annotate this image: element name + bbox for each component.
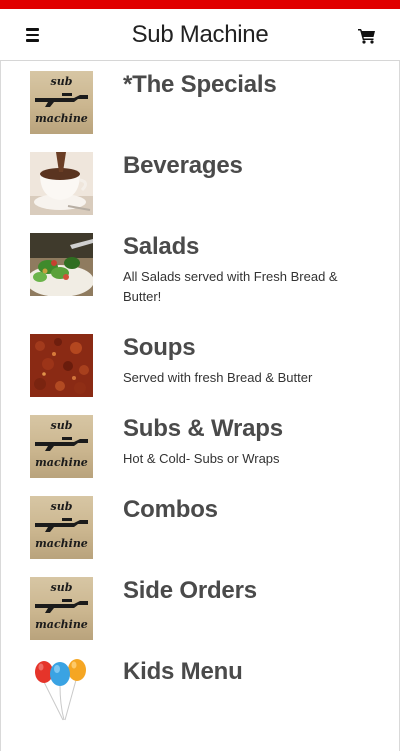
category-name: Salads <box>123 233 200 260</box>
sub-machine-logo: sub machine <box>30 577 93 640</box>
category-item-salads[interactable]: Salads All Salads served with Fresh Brea… <box>0 223 400 304</box>
balloons-photo <box>30 658 93 721</box>
category-name: Combos <box>123 496 218 523</box>
sub-machine-logo: sub machine <box>30 71 93 134</box>
app-header: Sub Machine <box>0 9 400 61</box>
logo-text-sub: sub <box>50 500 73 513</box>
category-name: *The Specials <box>123 71 277 98</box>
logo-text-machine: machine <box>35 537 88 550</box>
soup-photo <box>30 334 93 397</box>
category-item-kids-menu[interactable]: Kids Menu <box>0 648 400 728</box>
category-name: Soups <box>123 334 196 361</box>
category-description: All Salads served with Fresh Bread & But… <box>123 269 338 304</box>
sub-machine-gun-icon <box>35 518 88 532</box>
category-description: Hot & Cold- Subs or Wraps <box>123 451 280 466</box>
logo-text-machine: machine <box>35 112 88 125</box>
category-name: Side Orders <box>123 577 257 604</box>
category-item-beverages[interactable]: Beverages <box>0 142 400 222</box>
salad-photo <box>30 233 93 296</box>
category-description: Served with fresh Bread & Butter <box>123 370 313 385</box>
category-name: Beverages <box>123 152 243 179</box>
category-item-combos[interactable]: sub machine Combos <box>0 486 400 566</box>
category-name: Subs & Wraps <box>123 415 283 442</box>
category-item-subs-wraps[interactable]: sub machine Subs & Wraps Hot & Cold- Sub… <box>0 405 400 485</box>
sub-machine-logo: sub machine <box>30 415 93 478</box>
logo-text-sub: sub <box>50 75 73 88</box>
logo-text-machine: machine <box>35 456 88 469</box>
logo-text-machine: machine <box>35 618 88 631</box>
logo-text-sub: sub <box>50 419 73 432</box>
category-name: Kids Menu <box>123 658 243 685</box>
top-accent-bar <box>0 0 400 9</box>
sub-machine-logo: sub machine <box>30 496 93 559</box>
category-item-specials[interactable]: sub machine *The Specials <box>0 61 400 141</box>
sub-machine-gun-icon <box>35 437 88 451</box>
logo-text-sub: sub <box>50 581 73 594</box>
sub-machine-gun-icon <box>35 599 88 613</box>
sub-machine-gun-icon <box>35 93 88 107</box>
app-title: Sub Machine <box>131 21 269 48</box>
shopping-cart-icon[interactable] <box>354 24 380 48</box>
category-item-soups[interactable]: Soups Served with fresh Bread & Butter <box>0 324 400 404</box>
category-item-side-orders[interactable]: sub machine Side Orders <box>0 567 400 647</box>
hot-chocolate-photo <box>30 152 93 215</box>
